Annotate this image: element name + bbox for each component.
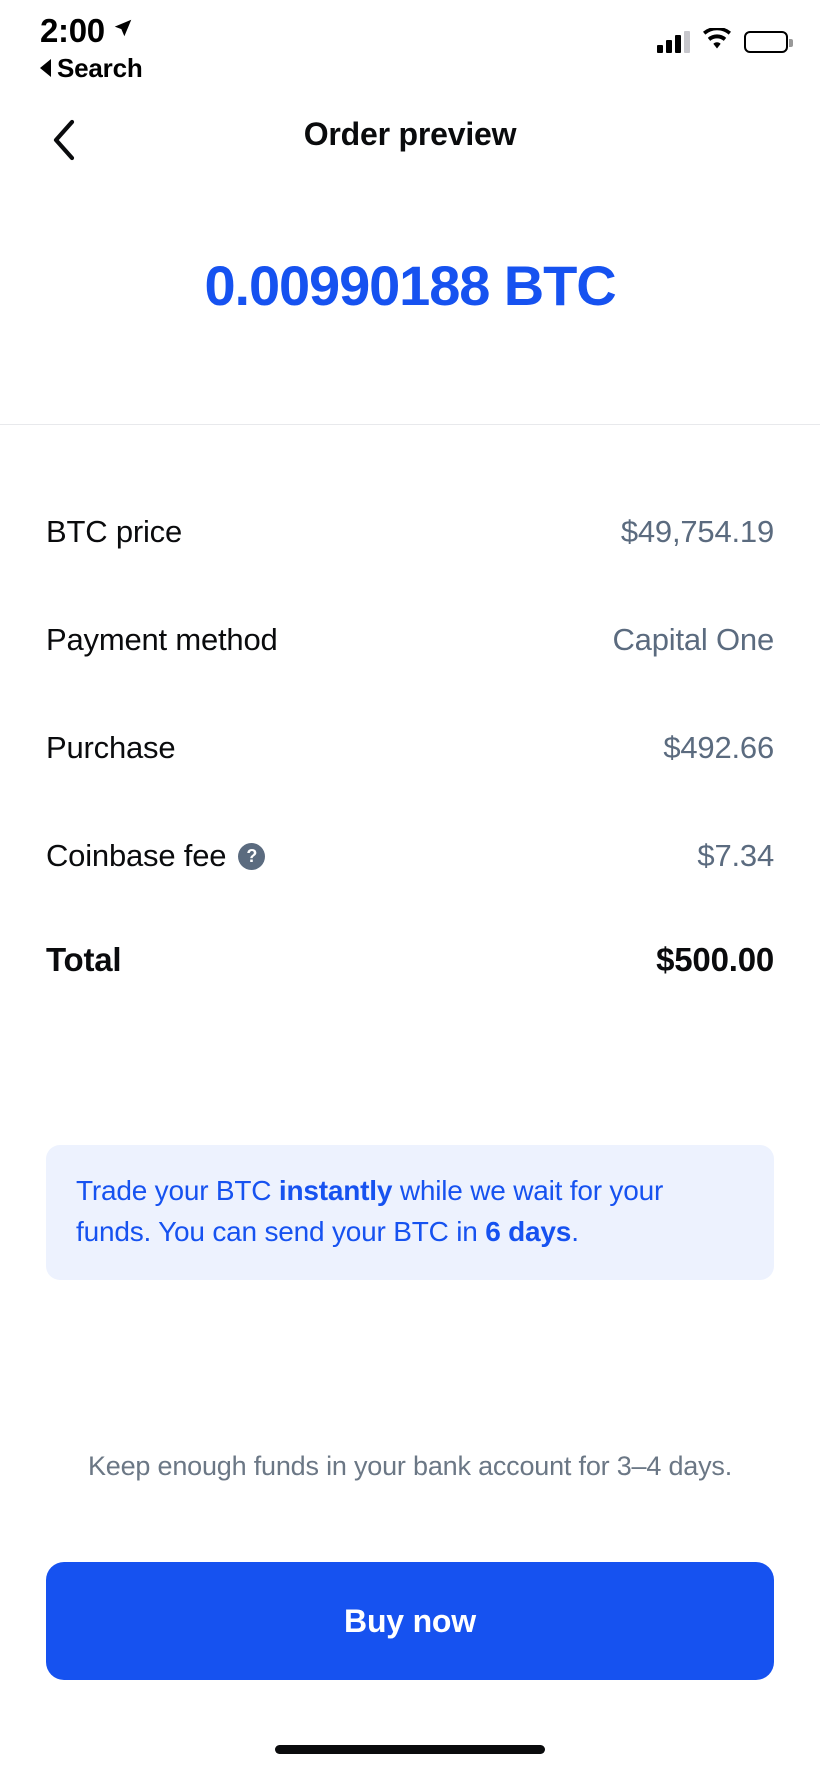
detail-row-total: Total $500.00 [46,910,774,1010]
battery-icon [744,30,793,53]
detail-row-coinbase-fee: Coinbase fee ? $7.34 [46,802,774,910]
order-details-list: BTC price $49,754.19 Payment method Capi… [0,478,820,1010]
back-triangle-icon [40,59,51,77]
total-label: Total [46,941,122,978]
detail-value: $7.34 [697,838,774,873]
crypto-amount: 0.00990188 BTC [204,254,616,317]
status-bar: 2:00 Search [0,0,820,96]
detail-value: Capital One [612,622,774,657]
detail-label: BTC price [46,514,183,549]
page-title: Order preview [303,116,517,152]
total-value: $500.00 [656,941,774,978]
funds-footnote: Keep enough funds in your bank account f… [87,1451,733,1481]
status-bar-left: 2:00 Search [40,14,143,81]
detail-label: Coinbase fee [46,838,227,873]
banner-bold-days: 6 days [485,1215,572,1247]
detail-row-purchase: Purchase $492.66 [46,694,774,802]
detail-label: Purchase [46,730,176,765]
nav-bar: Order preview [0,100,820,180]
banner-part-3: . [571,1215,579,1247]
location-arrow-icon [112,17,134,44]
detail-row-payment-method[interactable]: Payment method Capital One [46,586,774,694]
banner-bold-instantly: instantly [278,1175,393,1206]
detail-row-btc-price: BTC price $49,754.19 [46,478,774,586]
question-mark-icon[interactable]: ? [238,842,266,870]
status-bar-right [657,26,793,55]
instant-trade-banner: Trade your BTC instantly while we wait f… [46,1145,774,1281]
detail-label-group: Coinbase fee ? [46,838,266,874]
banner-part-1: Trade your BTC [76,1175,279,1206]
back-to-app-label: Search [57,53,143,83]
section-divider [0,424,820,425]
detail-label: Payment method [46,622,278,657]
status-time-group: 2:00 [40,14,134,47]
buy-now-button[interactable]: Buy now [46,1562,774,1680]
home-indicator [275,1745,545,1754]
detail-value: $492.66 [663,730,774,765]
banner-text: Trade your BTC instantly while we wait f… [76,1171,744,1252]
hero-section: 0.00990188 BTC [0,255,820,317]
status-time: 2:00 [40,12,105,49]
order-preview-screen: 2:00 Search Order preview 0.00990188 BTC… [0,0,820,1776]
detail-value: $49,754.19 [620,514,774,549]
wifi-icon [702,26,732,55]
cellular-signal-icon [657,30,690,53]
back-to-app-indicator[interactable]: Search [40,55,143,81]
